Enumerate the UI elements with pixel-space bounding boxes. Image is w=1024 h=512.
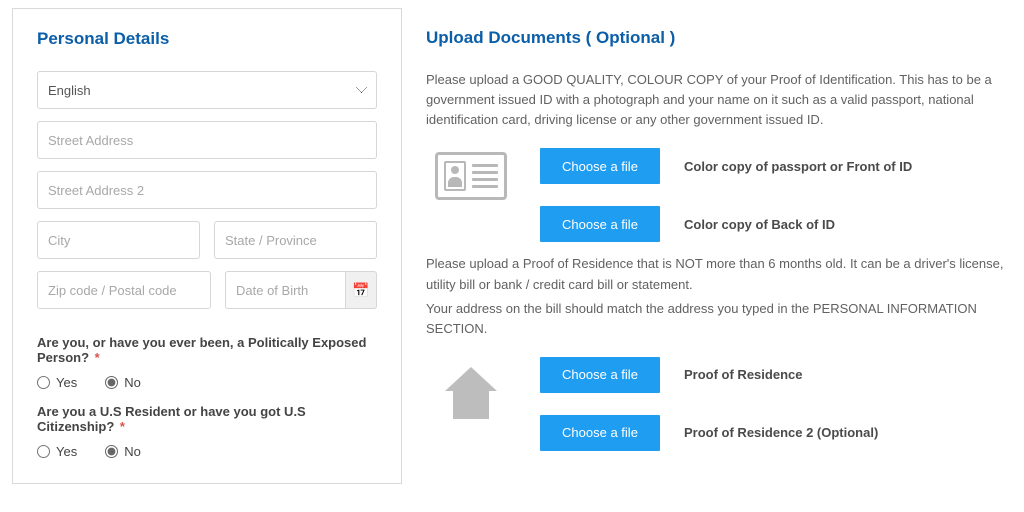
por-instructions-2: Your address on the bill should match th… [426, 299, 1006, 339]
calendar-icon[interactable]: 📅 [346, 271, 377, 309]
pep-question: Are you, or have you ever been, a Politi… [37, 335, 377, 365]
us-radio-group: Yes No [37, 444, 377, 459]
id-back-upload-button[interactable]: Choose a file [540, 206, 660, 242]
upload-heading: Upload Documents ( Optional ) [426, 28, 1006, 48]
poi-instructions: Please upload a GOOD QUALITY, COLOUR COP… [426, 70, 1006, 130]
house-icon [426, 357, 516, 425]
upload-documents-panel: Upload Documents ( Optional ) Please upl… [426, 8, 1012, 484]
us-no-option[interactable]: No [105, 444, 141, 459]
personal-details-panel: Personal Details English 📅 Are you, or h… [12, 8, 402, 484]
street-address-input[interactable] [37, 121, 377, 159]
por-instructions-1: Please upload a Proof of Residence that … [426, 254, 1006, 294]
pep-radio-group: Yes No [37, 375, 377, 390]
por-upload-group: Choose a file Choose a file Proof of Res… [426, 357, 1006, 451]
street-address-2-input[interactable] [37, 171, 377, 209]
dob-input[interactable] [225, 271, 346, 309]
id-back-label: Color copy of Back of ID [684, 206, 1006, 242]
zip-input[interactable] [37, 271, 211, 309]
por1-label: Proof of Residence [684, 357, 1006, 393]
personal-details-heading: Personal Details [37, 29, 377, 49]
por2-upload-button[interactable]: Choose a file [540, 415, 660, 451]
id-front-label: Color copy of passport or Front of ID [684, 148, 1006, 184]
pep-no-option[interactable]: No [105, 375, 141, 390]
por1-upload-button[interactable]: Choose a file [540, 357, 660, 393]
id-front-upload-button[interactable]: Choose a file [540, 148, 660, 184]
language-select[interactable]: English [37, 71, 377, 109]
us-question: Are you a U.S Resident or have you got U… [37, 404, 377, 434]
us-yes-option[interactable]: Yes [37, 444, 77, 459]
por2-label: Proof of Residence 2 (Optional) [684, 415, 1006, 451]
city-input[interactable] [37, 221, 200, 259]
poi-upload-group: Choose a file Choose a file Color copy o… [426, 148, 1006, 242]
id-card-icon [426, 148, 516, 200]
pep-yes-option[interactable]: Yes [37, 375, 77, 390]
state-input[interactable] [214, 221, 377, 259]
